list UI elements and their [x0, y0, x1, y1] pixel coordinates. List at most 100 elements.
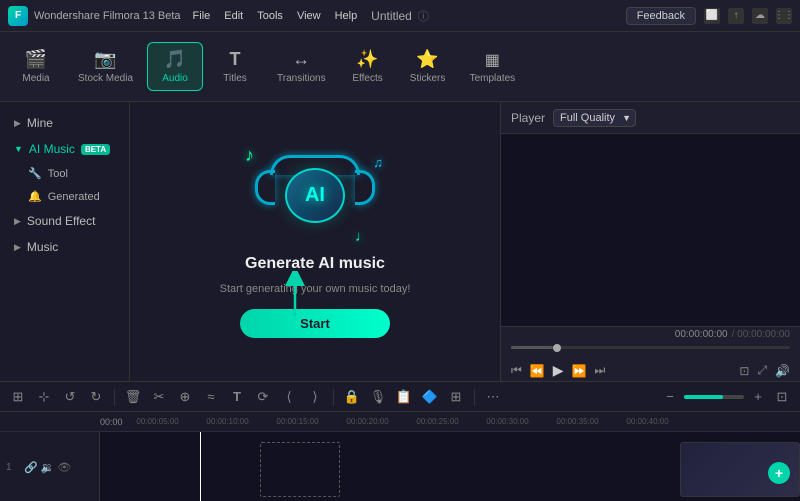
frame-back-icon[interactable]: ⏪: [530, 364, 545, 378]
export-icon[interactable]: ↑: [728, 8, 744, 24]
sidebar-item-mine[interactable]: ▶ Mine: [0, 110, 129, 136]
play-icon[interactable]: ▶: [553, 362, 564, 379]
prev-frame[interactable]: ⟨: [279, 387, 299, 407]
next-frame[interactable]: ⟩: [305, 387, 325, 407]
ai-badge: AI: [285, 168, 345, 223]
transitions-icon: ↔: [292, 49, 310, 70]
zoom-fit-btn[interactable]: ⊡: [772, 387, 792, 407]
text-btn[interactable]: T: [227, 387, 247, 407]
title-bar: F Wondershare Filmora 13 Beta File Edit …: [0, 0, 800, 32]
more-btn[interactable]: ⋯: [483, 387, 503, 407]
track-lock-icon[interactable]: 🔗: [24, 461, 38, 474]
ripple-tool[interactable]: ⊹: [34, 387, 54, 407]
speed-btn[interactable]: ≈: [201, 387, 221, 407]
sidebar-item-ai-music[interactable]: ▼ AI Music BETA: [0, 136, 129, 162]
player-panel: Player Full Quality ▼ 00:00:00:00 / 00:0…: [500, 102, 800, 381]
timeline-mark-3: 00:00:15:00: [263, 417, 333, 426]
menu-help[interactable]: Help: [335, 10, 358, 22]
sidebar-item-sound-effect[interactable]: ▶ Sound Effect: [0, 208, 129, 234]
snap-btn[interactable]: 🔒: [342, 387, 362, 407]
toolbar-titles[interactable]: T Titles: [207, 43, 263, 90]
clip-btn[interactable]: 📋: [394, 387, 414, 407]
sidebar-item-generated[interactable]: 🔔 Generated: [0, 185, 129, 208]
generated-icon: 🔔: [28, 190, 42, 203]
redo-btn[interactable]: ↻: [86, 387, 106, 407]
chevron-down-icon: ▼: [622, 113, 631, 123]
toolbar-stock-label: Stock Media: [78, 73, 133, 84]
toolbar-stickers[interactable]: ⭐ Stickers: [400, 43, 456, 90]
crop-icon[interactable]: ⊡: [739, 364, 749, 378]
separator-3: [474, 389, 475, 405]
timeline-ruler: 00:00 00:00:05:00 00:00:10:00 00:00:15:0…: [0, 412, 800, 432]
timeline-mark-0: 00:00: [100, 417, 123, 427]
frame-forward-icon[interactable]: ⏩: [572, 364, 587, 378]
timeline-mark-6: 00:00:30:00: [473, 417, 543, 426]
cloud-icon[interactable]: ☁: [752, 8, 768, 24]
title-bar-right: Feedback ⬜ ↑ ☁ ⋮⋮: [626, 7, 792, 25]
menu-edit[interactable]: Edit: [224, 10, 243, 22]
mic-btn[interactable]: 🎙: [368, 387, 388, 407]
timeline-mark-5: 00:00:25:00: [403, 417, 473, 426]
menu-view[interactable]: View: [297, 10, 321, 22]
content-area: AI ♪ ♫ ♩ Generate AI music Start generat…: [130, 102, 500, 381]
select-tool[interactable]: ⊞: [8, 387, 28, 407]
sidebar-ai-music-label: AI Music: [29, 142, 75, 156]
link-btn[interactable]: ⊞: [446, 387, 466, 407]
color-btn[interactable]: 🔷: [420, 387, 440, 407]
toolbar-transitions[interactable]: ↔ Transitions: [267, 43, 336, 90]
headphone-graphic: AI ♪ ♫ ♩: [255, 150, 375, 240]
sidebar-item-tool[interactable]: 🔧 Tool: [0, 162, 129, 185]
track-controls: 1 🔗 🔉 👁: [0, 432, 100, 501]
bottom-toolbar: ⊞ ⊹ ↺ ↻ 🗑 ✂ ⊕ ≈ T ⟳ ⟨ ⟩ 🔒 🎙 📋 🔷 ⊞ ⋯ − + …: [0, 381, 800, 411]
progress-fill: [511, 346, 553, 349]
sidebar-item-music[interactable]: ▶ Music: [0, 234, 129, 260]
cut-btn[interactable]: ✂: [149, 387, 169, 407]
sidebar-sound-label: Sound Effect: [27, 214, 96, 228]
timeline-mark-4: 00:00:20:00: [333, 417, 403, 426]
toolbar-media[interactable]: 🎬 Media: [8, 43, 64, 90]
split-btn[interactable]: ⊕: [175, 387, 195, 407]
sidebar-tool-label: Tool: [48, 168, 68, 180]
rotate-btn[interactable]: ⟳: [253, 387, 273, 407]
track-mute-icon[interactable]: 🔉: [41, 461, 55, 474]
toolbar-templates[interactable]: ▦ Templates: [460, 44, 526, 90]
track-area[interactable]: +: [100, 432, 800, 501]
separator-1: [114, 389, 115, 405]
toolbar-effects[interactable]: ✨ Effects: [340, 43, 396, 90]
chevron-icon-sound: ▶: [14, 216, 21, 227]
delete-btn[interactable]: 🗑: [123, 387, 143, 407]
beta-badge: BETA: [81, 144, 110, 155]
zoom-in-btn[interactable]: +: [748, 387, 768, 407]
sidebar: ▶ Mine ▼ AI Music BETA 🔧 Tool 🔔 Generate…: [0, 102, 130, 381]
music-note-2: ♫: [373, 155, 383, 170]
timeline: 00:00 00:00:05:00 00:00:10:00 00:00:15:0…: [0, 411, 800, 501]
track-visible-icon[interactable]: 👁: [57, 461, 71, 474]
timeline-mark-2: 00:00:10:00: [193, 417, 263, 426]
add-track-button[interactable]: +: [768, 462, 790, 484]
quality-dropdown[interactable]: Full Quality ▼: [553, 109, 636, 127]
dashed-selection: [260, 442, 340, 497]
zoom-out-btn[interactable]: −: [660, 387, 680, 407]
timecode-current: 00:00:00:00: [675, 329, 728, 340]
grid-icon[interactable]: ⋮⋮: [776, 8, 792, 24]
toolbar-stock-media[interactable]: 📷 Stock Media: [68, 43, 143, 90]
effects-icon: ✨: [356, 49, 378, 70]
skip-back-icon[interactable]: ⏮: [511, 363, 522, 378]
sidebar-generated-label: Generated: [48, 191, 100, 203]
feedback-button[interactable]: Feedback: [626, 7, 696, 25]
toolbar-audio[interactable]: 🎵 Audio: [147, 42, 203, 91]
fullscreen-icon[interactable]: ⤢: [757, 363, 767, 378]
titles-icon: T: [230, 49, 241, 70]
headphone-right-ear: [355, 170, 375, 205]
main-content: ▶ Mine ▼ AI Music BETA 🔧 Tool 🔔 Generate…: [0, 102, 800, 381]
monitor-icon[interactable]: ⬜: [704, 8, 720, 24]
separator-2: [333, 389, 334, 405]
stickers-icon: ⭐: [416, 49, 438, 70]
menu-tools[interactable]: Tools: [257, 10, 283, 22]
undo-btn[interactable]: ↺: [60, 387, 80, 407]
app-name: Wondershare Filmora 13 Beta: [34, 10, 181, 22]
menu-file[interactable]: File: [193, 10, 211, 22]
zoom-slider[interactable]: [684, 395, 744, 399]
speaker-icon[interactable]: 🔊: [775, 364, 790, 378]
skip-forward-icon[interactable]: ⏭: [595, 363, 606, 378]
